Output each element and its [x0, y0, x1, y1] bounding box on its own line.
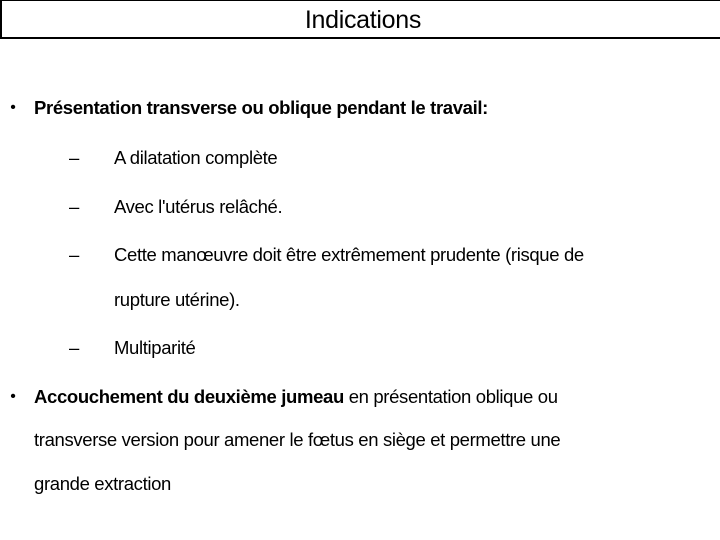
bullet-icon: •	[10, 388, 16, 405]
bullet-2-text: en présentation oblique ou	[343, 386, 558, 407]
dash-icon: –	[69, 147, 80, 168]
sub-item-text-continued: rupture utérine).	[114, 289, 240, 310]
bullet-2-line-3: grande extraction	[34, 473, 172, 494]
bullet-1-heading: Présentation transverse ou oblique penda…	[34, 97, 488, 118]
dash-icon: –	[69, 337, 80, 358]
title-box: Indications	[0, 0, 720, 39]
bullet-2-line-2: transverse version pour amener le fœtus …	[34, 429, 561, 450]
sub-item-text: Cette manœuvre doit être extrêmement pru…	[114, 244, 584, 265]
dash-icon: –	[69, 244, 80, 265]
sub-item-text: Avec l'utérus relâché.	[114, 196, 283, 217]
sub-item-text: Multiparité	[114, 337, 196, 358]
bullet-icon: •	[10, 99, 16, 116]
sub-item-text: A dilatation complète	[114, 147, 278, 168]
dash-icon: –	[69, 196, 80, 217]
slide-title: Indications	[304, 6, 422, 34]
bullet-2-heading: Accouchement du deuxième jumeau	[34, 386, 344, 407]
bullet-2-line-1: Accouchement du deuxième jumeau en prése…	[34, 385, 558, 409]
